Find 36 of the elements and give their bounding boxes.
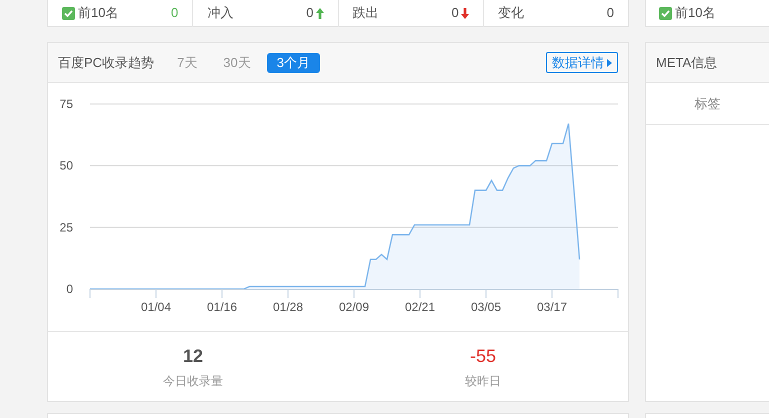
caret-right-icon [607, 58, 612, 66]
x-axis-label: 01/28 [272, 300, 304, 314]
up-arrow-icon [316, 8, 324, 18]
stat-caption: 较昨日 [465, 373, 501, 390]
stat-value: 0 [606, 4, 614, 22]
stat-value: 0 [306, 4, 314, 22]
y-axis-label: 0 [66, 282, 73, 296]
x-axis-label: 01/04 [140, 300, 172, 314]
x-axis-label: 03/17 [536, 300, 568, 314]
range-tab[interactable]: 3个月 [266, 52, 320, 72]
y-axis-label: 75 [60, 97, 73, 111]
stat-value: 0 [171, 4, 178, 22]
x-axis-label: 02/21 [404, 300, 436, 314]
stat-number: 12 [182, 345, 204, 368]
down-arrow-icon [460, 8, 469, 18]
stat-caption: 今日收录量 [163, 373, 223, 390]
stat-label: 冲入 [207, 4, 234, 22]
checkbox-checked-icon[interactable] [62, 6, 75, 20]
range-tab[interactable]: 30天 [213, 52, 261, 72]
x-axis-label: 02/09 [338, 300, 370, 314]
stat-label: 前10名 [78, 4, 118, 22]
y-axis-label: 25 [60, 220, 73, 234]
data-details-button[interactable]: 数据详情 [546, 52, 618, 73]
card-title: META信息 [656, 54, 718, 72]
stat-label: 前10名 [675, 4, 716, 22]
range-tab[interactable]: 7天 [167, 52, 208, 72]
x-axis-label: 01/16 [206, 300, 238, 314]
stat-label: 跌出 [352, 4, 378, 22]
column-header: 标签 [694, 94, 720, 113]
y-axis-label: 50 [60, 158, 73, 173]
card-title: 百度PC收录趋势 [58, 54, 154, 72]
checkbox-checked-icon[interactable] [659, 6, 672, 20]
stat-value: 0 [452, 4, 459, 22]
stat-label: 变化 [498, 4, 524, 22]
x-axis-label: 03/05 [470, 300, 502, 314]
stat-number: -55 [470, 345, 496, 368]
